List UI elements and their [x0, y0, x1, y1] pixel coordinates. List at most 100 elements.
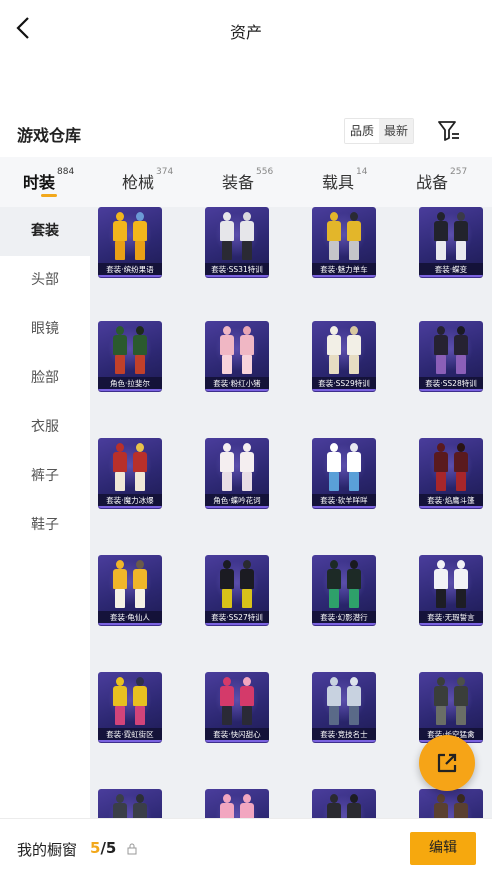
figure-bottom [329, 589, 339, 608]
figure-head [437, 560, 445, 569]
rarity-bar [98, 623, 162, 625]
outfit-figure [131, 677, 149, 727]
item-card[interactable]: 套装·SS27特训 [205, 555, 269, 625]
category-tabs: 时装884 枪械374 装备556 载具14 战备257 [0, 157, 492, 207]
item-card[interactable]: 套装·粉红小猪 [205, 321, 269, 391]
figure-top [113, 686, 127, 706]
filter-button[interactable] [437, 119, 461, 143]
figure-bottom [222, 589, 232, 608]
figure-bottom [456, 241, 466, 260]
rarity-bar [312, 740, 376, 742]
outfit-figure [218, 443, 236, 493]
share-button[interactable] [419, 735, 475, 791]
figure-head [330, 443, 338, 452]
rarity-bar [419, 623, 483, 625]
figure-head [350, 560, 358, 569]
outfit-figure [432, 326, 450, 376]
outfit-figure [432, 560, 450, 610]
figure-top [113, 221, 127, 241]
item-card[interactable]: 套装·长空猛禽 [419, 672, 483, 742]
figure-head [457, 794, 465, 803]
sidebar-item-head[interactable]: 头部 [0, 256, 90, 305]
sidebar-item-clothes[interactable]: 衣服 [0, 403, 90, 452]
sidebar-item-shoes[interactable]: 鞋子 [0, 501, 90, 550]
figure-head [457, 212, 465, 221]
rarity-bar [98, 275, 162, 277]
tab-count: 374 [156, 167, 174, 177]
figure-bottom [329, 706, 339, 725]
figure-top [434, 686, 448, 706]
item-card[interactable]: 角色·拉斐尔 [98, 321, 162, 391]
item-card[interactable]: 套装·缤纷果语 [98, 207, 162, 277]
figure-head [223, 212, 231, 221]
rarity-bar [419, 389, 483, 391]
top-bar: 资产 [0, 0, 492, 60]
figure-top [327, 569, 341, 589]
rarity-bar [98, 506, 162, 508]
rarity-bar [205, 275, 269, 277]
tab-equipment[interactable]: 装备556 [222, 167, 273, 193]
figure-top [113, 569, 127, 589]
lock-icon [127, 843, 137, 855]
item-card[interactable]: 套装·SS28特训 [419, 321, 483, 391]
item-card[interactable]: 套装·霓虹街区 [98, 672, 162, 742]
sidebar-item-face[interactable]: 脸部 [0, 354, 90, 403]
item-card[interactable]: 套装·魔力冰爆 [98, 438, 162, 508]
figure-bottom [135, 706, 145, 725]
outfit-figure [432, 212, 450, 262]
rarity-bar [205, 506, 269, 508]
figure-bottom [349, 355, 359, 374]
figure-head [116, 212, 124, 221]
edit-button[interactable]: 编辑 [410, 832, 476, 865]
figure-bottom [456, 472, 466, 491]
sidebar-item-outfit[interactable]: 套装 [0, 207, 90, 256]
item-card[interactable]: 套装·无瑕誓言 [419, 555, 483, 625]
item-card[interactable] [419, 789, 483, 819]
tab-fashion[interactable]: 时装884 [23, 167, 74, 193]
tab-vehicles[interactable]: 载具14 [322, 167, 368, 193]
item-card[interactable]: 套装·龟仙人 [98, 555, 162, 625]
outfit-figure [218, 326, 236, 376]
figure-top [240, 686, 254, 706]
item-card[interactable] [205, 789, 269, 819]
item-card[interactable]: 套装·软羊咩咩 [312, 438, 376, 508]
tab-count: 14 [356, 167, 368, 177]
tab-supplies[interactable]: 战备257 [416, 167, 467, 193]
outfit-figure [131, 326, 149, 376]
figure-head [243, 560, 251, 569]
sidebar-item-pants[interactable]: 裤子 [0, 452, 90, 501]
tab-label: 战备 [416, 173, 449, 192]
tab-weapons[interactable]: 枪械374 [122, 167, 174, 193]
item-card[interactable]: 套装·幻影潜行 [312, 555, 376, 625]
outfit-figure [432, 794, 450, 819]
item-card[interactable]: 套装·SS29特训 [312, 321, 376, 391]
figure-top [220, 335, 234, 355]
outfit-figure [218, 560, 236, 610]
item-card[interactable]: 套装·蝶变 [419, 207, 483, 277]
figure-head [243, 443, 251, 452]
figure-bottom [349, 706, 359, 725]
sidebar-item-glasses[interactable]: 眼镜 [0, 305, 90, 354]
showcase-total: 5 [105, 839, 117, 857]
outfit-figure [345, 212, 363, 262]
item-card[interactable]: 角色·蝶吟花词 [205, 438, 269, 508]
figure-head [330, 326, 338, 335]
sort-newest-button[interactable]: 最新 [379, 119, 414, 143]
showcase-label: 我的橱窗 [17, 841, 78, 859]
sort-quality-button[interactable]: 品质 [345, 119, 380, 143]
figure-head [437, 212, 445, 221]
item-card[interactable]: 套装·快闪甜心 [205, 672, 269, 742]
figure-head [116, 560, 124, 569]
item-card[interactable]: 套装·SS31特训 [205, 207, 269, 277]
showcase-current: 5 [90, 839, 101, 857]
figure-top [434, 803, 448, 819]
item-card[interactable]: 套装·竞技名士 [312, 672, 376, 742]
rarity-bar [98, 389, 162, 391]
item-card[interactable] [98, 789, 162, 819]
item-card[interactable]: 套装·魅力单车 [312, 207, 376, 277]
item-card[interactable]: 套装·焰鹰斗篷 [419, 438, 483, 508]
outfit-figure [452, 677, 470, 727]
outfit-figure [131, 560, 149, 610]
sub-category-sidebar: 套装 头部 眼镜 脸部 衣服 裤子 鞋子 [0, 207, 90, 819]
item-card[interactable] [312, 789, 376, 819]
